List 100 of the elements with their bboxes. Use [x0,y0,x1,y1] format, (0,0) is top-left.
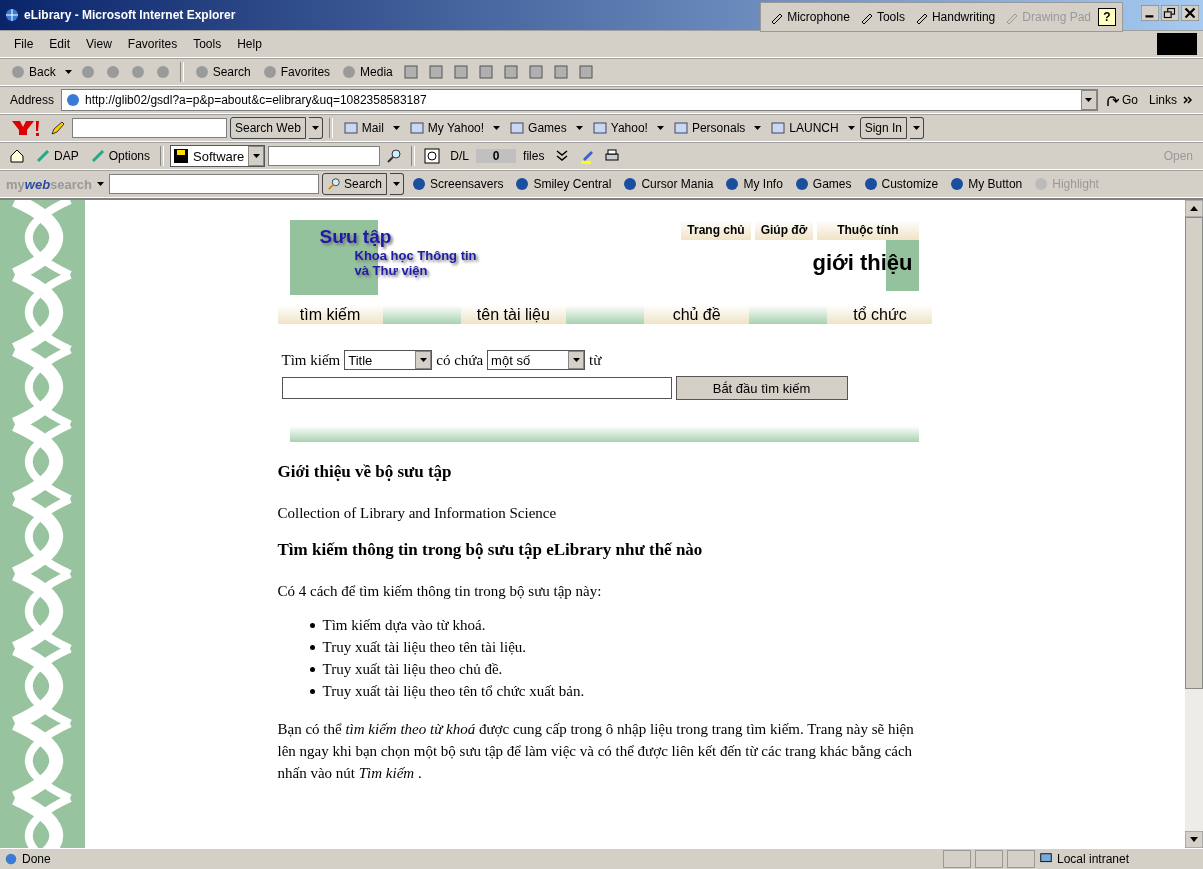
toolbar-icon [10,64,26,80]
download-count: 0 [476,149,517,163]
nav-tab[interactable]: tên tài liệu [460,305,566,324]
dropdown-button[interactable] [308,117,323,139]
field-dropdown[interactable]: Title [344,350,433,370]
language-bar-button[interactable]: Microphone [767,10,853,24]
caret-icon[interactable] [392,126,400,130]
caret-icon [1085,98,1093,102]
list-item: Tìm kiếm dựa vào từ khoá. [322,616,486,635]
target-icon[interactable] [424,148,441,164]
search-field[interactable] [268,146,381,166]
caret-icon[interactable] [656,126,664,130]
nav-tab[interactable]: tìm kiếm [277,305,383,324]
toolbar-button[interactable]: My Info [720,176,787,192]
language-bar-button[interactable]: Handwriting [911,10,999,24]
menu-item[interactable]: Favorites [119,37,186,51]
curved-arrow-icon [1104,93,1119,107]
menu-item[interactable]: File [6,37,42,51]
minimize-icon[interactable] [1141,5,1159,21]
toolbar-button[interactable]: My Yahoo! [404,120,489,136]
header-link[interactable]: Giúp đỡ [754,220,814,240]
links-button[interactable]: Links [1145,93,1197,107]
search-field[interactable] [109,174,319,194]
search-button[interactable]: Search [322,173,388,195]
caret-icon[interactable] [754,126,762,130]
nav-tab[interactable]: tổ chức [827,305,933,324]
toolbar-button[interactable]: Cursor Mania [618,176,718,192]
toolbar-icon [1033,176,1050,192]
toolbar-button[interactable]: Yahoo! [587,120,652,136]
mode-dropdown[interactable]: một số [487,350,586,370]
search-web-button[interactable]: Search Web [230,117,306,139]
toolbar-button[interactable]: Media [337,64,397,80]
query-field[interactable] [281,377,672,399]
home-icon[interactable] [9,148,25,164]
menu-item[interactable]: Edit [41,37,79,51]
toolbar-button[interactable]: Back [6,64,60,80]
scroll-down-icon[interactable] [1185,831,1203,848]
toolbar-button[interactable]: Screensavers [407,176,508,192]
toolbar-icon [341,64,358,80]
dropdown-button[interactable] [1080,90,1097,110]
toolbar-icon [411,176,428,192]
toolbar-icon [342,120,359,136]
scroll-up-icon[interactable] [1185,200,1203,217]
caret-icon[interactable] [97,182,104,186]
caret-icon [252,154,260,158]
toolbar-icon [672,120,689,136]
word-label: từ [589,351,602,369]
start-search-button[interactable]: Bắt đầu tìm kiếm [675,376,848,400]
section-heading: Giới thiệu về bộ sưu tập [277,462,453,482]
caret-icon [393,182,401,186]
status-text: Done [22,852,51,866]
toolbar-button[interactable]: Smiley Central [510,176,616,192]
caret-icon[interactable] [64,70,72,74]
toolbar-button[interactable]: Favorites [257,64,335,80]
dropdown-button[interactable] [910,117,924,139]
toolbar-button[interactable]: Games [505,120,571,136]
address-field[interactable]: http://glib02/gsdl?a=p&p=about&c=elibrary&uq=1082358583187 [61,89,1098,111]
toolbar-button[interactable]: Options [85,148,155,164]
menu-item[interactable]: View [78,37,120,51]
search-icon[interactable] [386,148,403,164]
help-button[interactable]: ? [1098,8,1116,26]
sign-in-button[interactable]: Sign In [859,117,907,139]
caret-icon[interactable] [575,126,583,130]
toolbar-button[interactable]: DAP [31,148,83,164]
toolbar-button[interactable]: My Button [945,176,1027,192]
menu-item[interactable]: Help [229,37,270,51]
address-label: Address [9,93,56,107]
caret-icon[interactable] [847,126,855,130]
printer-icon[interactable] [604,148,621,164]
search-field[interactable] [72,118,227,138]
toolbar-icon [261,64,278,80]
toolbar-button[interactable]: LAUNCH [766,120,843,136]
bullet-icon [309,666,315,672]
go-button[interactable]: Go [1100,93,1142,107]
close-icon[interactable] [1181,5,1199,21]
pencil-icon[interactable] [50,120,66,136]
globe-icon [4,7,20,23]
toolbar-icon [793,176,810,192]
language-bar-button[interactable]: Tools [856,10,908,24]
header-link[interactable]: Thuộc tính [817,220,919,240]
caret-icon[interactable] [493,126,501,130]
dropdown-button[interactable] [390,173,405,195]
scrollbar[interactable] [1185,200,1203,848]
page-icon [65,92,82,108]
chevron-icon [1183,95,1193,105]
menu-item[interactable]: Tools [185,37,230,51]
toolbar-button[interactable]: Games [789,176,856,192]
toolbar-button[interactable]: Search [189,64,255,80]
restore-icon[interactable] [1161,5,1179,21]
header-link[interactable]: Trang chủ [681,220,751,240]
toolbar-button[interactable]: Personals [668,120,750,136]
paragraph: Collection of Library and Information Science [277,504,558,523]
section-heading: Tìm kiếm thông tin trong bộ sưu tập eLibrary như thế nào [277,540,704,560]
toolbar-button[interactable]: Mail [338,120,388,136]
category-dropdown[interactable]: Software [170,145,266,167]
toolbar-icon [724,176,741,192]
toolbar-button[interactable]: Customize [858,176,943,192]
zone-indicator: Local intranet [1039,852,1199,866]
nav-tab[interactable]: chủ đề [644,305,750,324]
highlighter-icon[interactable] [579,148,596,164]
